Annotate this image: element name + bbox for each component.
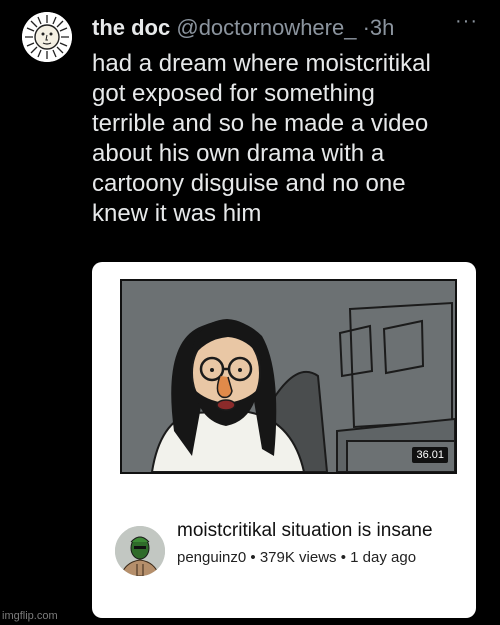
tweet-text-line: had a dream where moistcritikal <box>92 50 431 77</box>
video-meta: penguinz0 • 379K views • 1 day ago <box>177 549 416 566</box>
tweet-header: the doc @doctornowhere_ ·3h <box>92 14 394 42</box>
sun-face-avatar-icon <box>22 12 72 62</box>
video-title[interactable]: moistcritikal situation is insane <box>177 520 433 542</box>
upload-age: 1 day ago <box>350 549 417 566</box>
watermark: imgflip.com <box>2 610 58 622</box>
tweet-time[interactable]: 3h <box>370 15 394 40</box>
author-avatar[interactable] <box>22 12 72 62</box>
tweet-text-line: knew it was him <box>92 200 262 227</box>
author-handle[interactable]: @doctornowhere_ <box>176 15 356 40</box>
meta-separator: • <box>340 549 346 566</box>
more-options-icon[interactable]: ··· <box>455 10 478 33</box>
tweet-text-line: about his own drama with a <box>92 140 385 167</box>
tweet-text-line: terrible and so he made a video <box>92 110 429 137</box>
view-count: 379K views <box>259 549 337 566</box>
video-card[interactable]: 36.01 moistcritikal situation is insane … <box>92 262 476 618</box>
video-thumbnail[interactable]: 36.01 <box>120 279 457 474</box>
tweet-text-line: got exposed for something <box>92 80 375 107</box>
channel-name[interactable]: penguinz0 <box>177 549 246 566</box>
author-name[interactable]: the doc <box>92 15 170 40</box>
video-duration-badge: 36.01 <box>412 447 448 463</box>
green-masked-figure-avatar-icon <box>115 526 165 576</box>
meta-separator: • <box>250 549 256 566</box>
tweet-text-line: cartoony disguise and no one <box>92 170 406 197</box>
channel-avatar[interactable] <box>115 526 165 576</box>
tweet-text: had a dream where moistcritikal got expo… <box>92 49 482 229</box>
cartoon-man-thumbnail-illustration <box>122 281 455 472</box>
header-separator: · <box>362 15 370 40</box>
